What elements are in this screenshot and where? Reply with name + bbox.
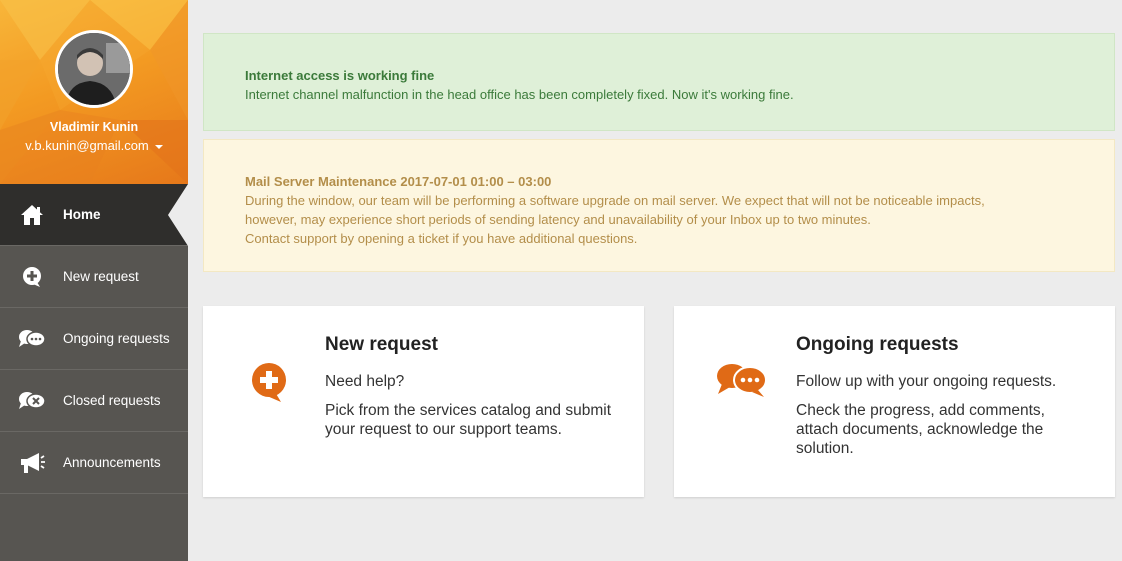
closed-bubbles-icon (0, 391, 63, 411)
chat-bubbles-icon (0, 329, 63, 349)
nav-item-label: Ongoing requests (63, 331, 170, 346)
card-title: New request (325, 334, 438, 355)
card-description: Pick from the services catalog and submi… (325, 402, 612, 438)
nav-item-ongoing-requests[interactable]: Ongoing requests (0, 308, 188, 370)
nav-item-label: Home (63, 207, 101, 222)
alert-title: Internet access is working fine (245, 68, 435, 83)
nav-item-label: Closed requests (63, 393, 161, 408)
alert-body-line: Contact support by opening a ticket if y… (245, 231, 638, 246)
megaphone-icon (0, 452, 63, 474)
alert-title: Mail Server Maintenance 2017-07-01 01:00… (245, 174, 552, 189)
card-lead: Follow up with your ongoing requests. (796, 373, 1057, 390)
card-lead: Need help? (325, 373, 405, 390)
alert-body: Internet channel malfunction in the head… (245, 87, 794, 102)
alert-success: Internet access is working fine Internet… (203, 33, 1115, 131)
card-description: Check the progress, add comments, attach… (796, 402, 1045, 457)
user-name: Vladimir Kunin (49, 120, 139, 134)
alert-warning: Mail Server Maintenance 2017-07-01 01:00… (203, 139, 1115, 272)
new-request-card[interactable]: New request Need help? Pick from the ser… (203, 306, 644, 497)
user-email-dropdown[interactable]: v.b.kunin@gmail.com (0, 138, 188, 153)
nav-item-label: New request (63, 269, 139, 284)
caret-down-icon (154, 144, 163, 149)
nav-item-label: Announcements (63, 455, 161, 470)
profile-header: Vladimir Kunin v.b.kunin@gmail.com (0, 0, 188, 184)
nav-item-new-request[interactable]: New request (0, 246, 188, 308)
plus-bubble-icon (0, 266, 63, 288)
home-icon (0, 204, 63, 226)
user-email-label: v.b.kunin@gmail.com (25, 138, 149, 153)
chat-bubbles-icon (716, 362, 768, 403)
sidebar: Vladimir Kunin v.b.kunin@gmail.com Home … (0, 0, 188, 561)
alert-body-line: however, may experience short periods of… (245, 212, 871, 227)
plus-bubble-icon (245, 362, 293, 407)
nav-item-announcements[interactable]: Announcements (0, 432, 188, 494)
nav-item-home[interactable]: Home (0, 184, 188, 246)
avatar[interactable] (55, 30, 133, 108)
ongoing-requests-card[interactable]: Ongoing requests Follow up with your ong… (674, 306, 1115, 497)
nav-item-closed-requests[interactable]: Closed requests (0, 370, 188, 432)
card-title: Ongoing requests (796, 334, 959, 355)
alert-body-line: During the window, our team will be perf… (245, 193, 985, 208)
avatar-photo (58, 33, 130, 105)
